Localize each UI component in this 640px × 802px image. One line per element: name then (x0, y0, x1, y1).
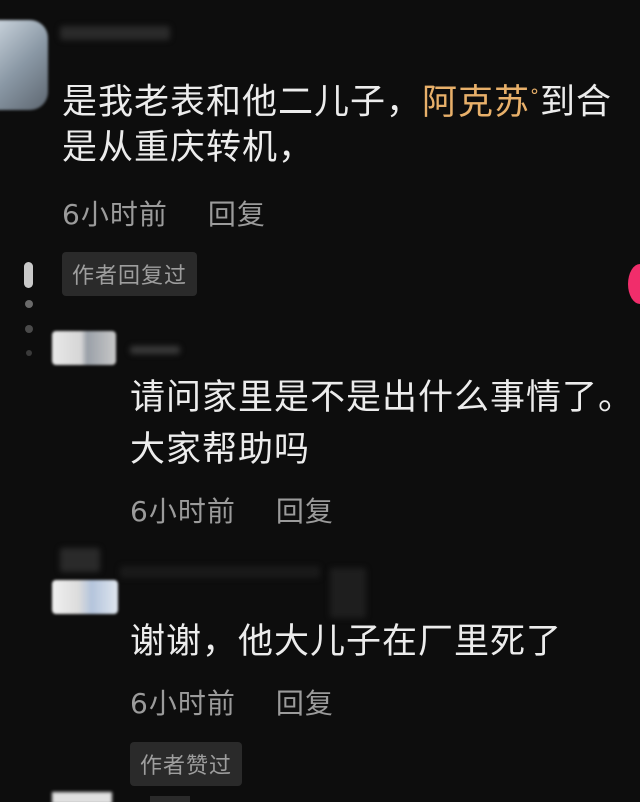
reply-timestamp: 6小时前 (130, 687, 236, 720)
reply-text-line2: 大家帮助吗 (130, 430, 311, 470)
reply-avatar[interactable] (52, 580, 118, 614)
username-blurred (120, 566, 320, 578)
comment-thread-screen: 是我老表和他二儿子，阿克苏°到合 是从重庆转机， 6小时前 回复 作者回复过 请问… (0, 0, 640, 802)
author-liked-badge: 作者赞过 (130, 742, 243, 786)
search-icon: ° (530, 85, 541, 106)
reply-text-line1: 谢谢，他大儿子在厂里死了 (130, 622, 563, 662)
username-blurred (60, 26, 170, 40)
next-avatar-partial (52, 792, 112, 802)
reply-text-line1: 请问家里是不是出什么事情了。 (130, 378, 635, 418)
username-blurred (150, 796, 190, 802)
username-blurred (330, 568, 366, 618)
reply-button[interactable]: 回复 (276, 495, 334, 528)
author-replied-badge: 作者回复过 (62, 252, 198, 296)
edge-indicator (628, 264, 640, 304)
user-avatar[interactable] (0, 20, 48, 110)
reply-avatar[interactable] (52, 331, 116, 365)
reply-button[interactable]: 回复 (208, 198, 266, 231)
comment-text-tail: 到合 (540, 82, 613, 123)
reply-timestamp: 6小时前 (130, 495, 236, 528)
thread-dot (25, 300, 33, 308)
comment-timestamp: 6小时前 (62, 198, 168, 231)
reply-meta: 6小时前 回复 (130, 490, 334, 530)
username-blurred (60, 548, 100, 572)
hashtag-link[interactable]: 阿克苏° (422, 83, 540, 123)
reply-button[interactable]: 回复 (276, 687, 334, 720)
thread-line (24, 262, 33, 288)
reply-meta: 6小时前 回复 (130, 682, 334, 722)
comment-text-line1: 是我老表和他二儿子，阿克苏°到合 (62, 70, 612, 129)
comment-text: 是我老表和他二儿子， (62, 82, 423, 123)
hashtag-label: 阿克苏 (422, 82, 531, 123)
username-blurred (130, 346, 180, 354)
comment-text-line2: 是从重庆转机， (62, 128, 315, 168)
thread-dot (25, 325, 33, 333)
thread-dot (26, 350, 32, 356)
comment-meta: 6小时前 回复 (62, 193, 266, 233)
